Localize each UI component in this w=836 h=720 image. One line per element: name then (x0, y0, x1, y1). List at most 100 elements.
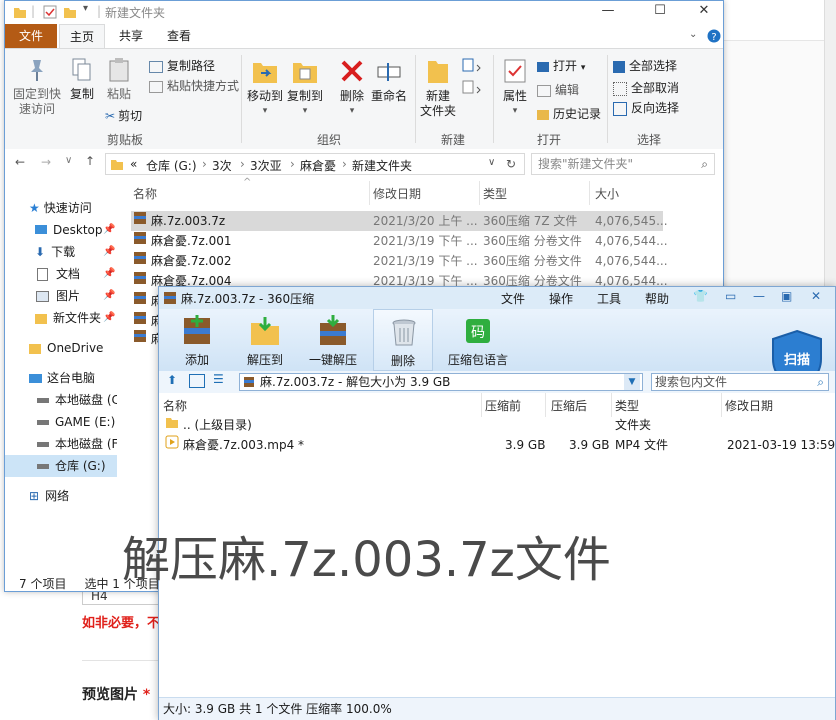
edit-button[interactable]: 编辑 (537, 81, 579, 98)
chevron-down-icon[interactable]: ∨ (488, 157, 495, 168)
invert-selection-button[interactable]: 反向选择 (613, 99, 679, 116)
chevron-down-icon[interactable]: ▾ (83, 3, 88, 14)
pin-quick-access-button[interactable]: 固定到快 速访问 (9, 57, 65, 117)
breadcrumb-3ciya[interactable]: 3次亚 (250, 157, 282, 174)
open-button[interactable]: 打开 ▾ (537, 57, 585, 74)
thumbnail-view-icon[interactable] (189, 374, 205, 388)
column-separator[interactable] (611, 393, 612, 417)
up-arrow-icon[interactable]: ⬆ (167, 373, 177, 387)
search-icon[interactable]: ⌕ (817, 374, 824, 390)
maximize-button[interactable]: ☐ (637, 1, 683, 23)
minimize-button[interactable]: — (585, 1, 631, 23)
history-button[interactable]: 历史记录 (537, 105, 601, 122)
column-name[interactable]: 名称 (133, 185, 157, 202)
paste-shortcut-button[interactable]: 粘贴快捷方式 (149, 77, 239, 94)
up-arrow-icon[interactable]: ↑ (85, 154, 95, 168)
column-separator[interactable] (589, 181, 590, 205)
search-input[interactable]: 搜索"新建文件夹" ⌕ (531, 153, 715, 175)
skin-icon[interactable]: 👕 (693, 289, 708, 303)
zip-row-parent[interactable]: .. (上级目录) 文件夹 (163, 415, 831, 435)
select-none-button[interactable]: 全部取消 (613, 79, 679, 96)
address-box[interactable]: « 仓库 (G:) › 3次 › 3次亚 › 麻倉憂 › 新建文件夹 ∨ ↻ (105, 153, 525, 175)
copy-path-button[interactable]: 复制路径 (149, 57, 215, 74)
rename-button[interactable]: 重命名 (369, 57, 409, 104)
nav-pictures[interactable]: 图片 📌 (5, 285, 117, 307)
minimize-button[interactable]: — (753, 289, 765, 303)
delete-button[interactable]: 删除 ▾ (335, 57, 369, 119)
menu-help[interactable]: 帮助 (645, 290, 669, 307)
breadcrumb-chevron-icon[interactable]: › (290, 157, 295, 171)
chevron-down-icon[interactable]: ▼ (624, 374, 640, 390)
select-all-button[interactable]: 全部选择 (613, 57, 677, 74)
breadcrumb-new-folder[interactable]: 新建文件夹 (352, 157, 412, 174)
zip-address-box[interactable]: 麻.7z.003.7z - 解包大小为 3.9 GB ▼ (239, 373, 643, 391)
nav-drive-g[interactable]: 仓库 (G:) (5, 455, 117, 477)
properties-button[interactable]: 属性 ▾ (497, 57, 533, 119)
list-view-icon[interactable]: ☰ (213, 372, 224, 386)
properties-icon[interactable] (43, 5, 57, 19)
nav-drive-c[interactable]: 本地磁盘 (C (5, 389, 117, 411)
tab-home[interactable]: 主页 (59, 24, 106, 49)
zip360-titlebar[interactable]: 麻.7z.003.7z - 360压缩 文件 操作 工具 帮助 👕 ▭ — ▣ … (159, 287, 835, 309)
add-button[interactable]: 添加 (167, 309, 227, 371)
breadcrumb-chevron-icon[interactable]: › (202, 157, 207, 171)
close-button[interactable]: ✕ (681, 1, 727, 23)
nav-network[interactable]: ⊞ 网络 (5, 485, 117, 507)
feedback-icon[interactable]: ▭ (725, 289, 736, 303)
zip-row-file[interactable]: 麻倉憂.7z.003.mp4 * 3.9 GB 3.9 GB MP4 文件 20… (163, 435, 835, 455)
extract-to-button[interactable]: 解压到 (235, 309, 295, 371)
breadcrumb-overflow[interactable]: « (130, 157, 137, 171)
file-row[interactable]: 麻倉憂.7z.002 2021/3/19 下午 ... 360压缩 分卷文件 4… (131, 251, 668, 271)
nav-drive-f[interactable]: 本地磁盘 (F: (5, 433, 117, 455)
nav-this-pc[interactable]: 这台电脑 (5, 367, 117, 389)
new-item-button[interactable] (461, 57, 483, 78)
column-separator[interactable] (721, 393, 722, 417)
explorer-titlebar[interactable]: | ▾ | 新建文件夹 — ☐ ✕ (5, 1, 723, 23)
zip-delete-button[interactable]: 删除 (373, 309, 433, 371)
help-icon[interactable]: ? (707, 29, 721, 43)
zip-column-date[interactable]: 修改日期 (725, 397, 773, 414)
nav-new-folder[interactable]: 新文件夹 📌 (5, 307, 117, 329)
column-size[interactable]: 大小 (595, 185, 619, 202)
zip-column-after[interactable]: 压缩后 (551, 397, 587, 414)
column-separator[interactable] (545, 393, 546, 417)
column-separator[interactable] (481, 393, 482, 417)
file-row[interactable]: 麻.7z.003.7z 2021/3/20 上午 ... 360压缩 7Z 文件… (131, 211, 668, 231)
nav-documents[interactable]: 文档 📌 (5, 263, 117, 285)
archive-language-button[interactable]: 码 压缩包语言 (441, 309, 515, 371)
copy-button[interactable]: 复制 (65, 57, 99, 102)
refresh-icon[interactable]: ↻ (506, 157, 516, 171)
column-separator[interactable] (369, 181, 370, 205)
zip-column-type[interactable]: 类型 (615, 397, 639, 414)
copy-to-button[interactable]: 复制到 ▾ (285, 57, 325, 119)
menu-tools[interactable]: 工具 (597, 290, 621, 307)
chevron-down-icon[interactable]: ∨ (65, 155, 72, 166)
maximize-button[interactable]: ▣ (781, 289, 792, 303)
breadcrumb-drive[interactable]: 仓库 (G:) (146, 157, 197, 174)
breadcrumb-chevron-icon[interactable]: › (342, 157, 347, 171)
breadcrumb-3ci[interactable]: 3次 (212, 157, 232, 174)
forward-arrow-icon[interactable]: → (41, 155, 51, 169)
one-click-extract-button[interactable]: 一键解压 (303, 309, 363, 371)
breadcrumb-macangyou[interactable]: 麻倉憂 (300, 157, 336, 174)
new-folder-button[interactable]: 新建 文件夹 (419, 57, 457, 119)
zip-search-input[interactable]: 搜索包内文件 ⌕ (651, 373, 829, 391)
breadcrumb-chevron-icon[interactable]: › (240, 157, 245, 171)
chevron-down-icon[interactable]: ⌄ (689, 29, 697, 40)
nav-onedrive[interactable]: OneDrive (5, 337, 117, 359)
cut-button[interactable]: ✂ 剪切 (105, 107, 142, 124)
paste-button[interactable]: 粘贴 (101, 57, 137, 102)
nav-desktop[interactable]: Desktop 📌 (5, 219, 117, 241)
nav-quick-access[interactable]: ★ 快速访问 (5, 197, 117, 219)
tab-file[interactable]: 文件 (5, 24, 57, 48)
menu-operate[interactable]: 操作 (549, 290, 573, 307)
column-type[interactable]: 类型 (483, 185, 507, 202)
tab-view[interactable]: 查看 (157, 24, 201, 48)
menu-file[interactable]: 文件 (501, 290, 525, 307)
move-to-button[interactable]: 移动到 ▾ (245, 57, 285, 119)
tab-share[interactable]: 共享 (109, 24, 153, 48)
file-row[interactable]: 麻倉憂.7z.001 2021/3/19 下午 ... 360压缩 分卷文件 4… (131, 231, 668, 251)
new-folder-icon[interactable] (63, 5, 77, 19)
easy-access-button[interactable] (461, 79, 483, 100)
back-arrow-icon[interactable]: ← (15, 155, 25, 169)
